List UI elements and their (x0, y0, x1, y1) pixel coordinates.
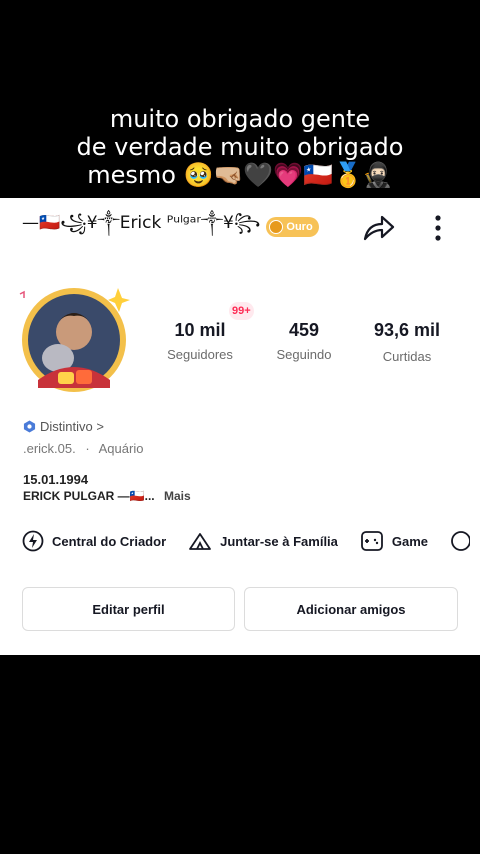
likes-stat[interactable]: 93,6 mil Curtidas (362, 320, 452, 364)
bio-date: 15.01.1994 (23, 472, 89, 487)
more-vertical-icon[interactable] (428, 212, 448, 244)
edit-profile-button[interactable]: Editar perfil (22, 587, 235, 631)
join-family-label: Juntar-se à Família (220, 533, 338, 549)
lightning-circle-icon (22, 530, 44, 552)
creator-center-label: Central do Criador (52, 533, 167, 549)
distintivo-label: Distintivo > (40, 419, 104, 434)
profile-screen: —🇨🇱꧁¥༒Erick ᴾᵘˡᵍᵃʳ༒¥꧂ Ouro 99+ 10 mil Se… (0, 198, 480, 655)
ouro-level-badge[interactable]: Ouro (266, 217, 319, 237)
more-links-partial[interactable] (450, 530, 471, 552)
likes-count: 93,6 mil (373, 320, 441, 340)
following-label: Seguindo (276, 347, 332, 362)
followers-count: 10 mil (174, 320, 226, 340)
hexagon-badge-icon (23, 420, 36, 433)
profile-header: —🇨🇱꧁¥༒Erick ᴾᵘˡᵍᵃʳ༒¥꧂ Ouro (22, 212, 319, 242)
caption-line-1: muito obrigado gente (109, 105, 371, 133)
following-stat[interactable]: 459 Seguindo (268, 320, 340, 362)
add-friends-button[interactable]: Adicionar amigos (244, 587, 458, 631)
bio-text: ERICK PULGAR —🇨🇱... Mais (23, 489, 191, 503)
tent-icon (189, 533, 212, 550)
game-link[interactable]: Game (360, 530, 428, 552)
join-family-link[interactable]: Juntar-se à Família (188, 531, 338, 551)
coin-icon (269, 220, 284, 234)
game-label: Game (391, 533, 429, 549)
display-name: —🇨🇱꧁¥༒Erick ᴾᵘˡᵍᵃʳ༒¥꧂ (22, 213, 261, 233)
bio-more-link[interactable]: Mais (164, 489, 191, 503)
creator-center-link[interactable]: Central do Criador (22, 530, 166, 552)
followers-notification-badge: 99+ (229, 302, 254, 320)
gamepad-icon (361, 531, 383, 551)
profile-links: Central do Criador Juntar-se à Família G… (22, 528, 480, 554)
likes-label: Curtidas (382, 349, 432, 364)
ouro-label: Ouro (286, 221, 313, 233)
circle-icon (451, 531, 471, 551)
followers-label: Seguidores (167, 347, 233, 362)
distintivo-link[interactable]: Distintivo > (23, 419, 104, 434)
caption-line-2: de verdade muito obrigado (76, 133, 404, 161)
avatar[interactable] (18, 284, 130, 396)
followers-stat[interactable]: 10 mil Seguidores (160, 320, 240, 362)
username-line: .erick.05. · Aquário (23, 441, 143, 456)
caption-line-3: mesmo 🥹🤜🏼🖤💗🇨🇱🥇🥷🏻 (87, 161, 393, 189)
bio-line: ERICK PULGAR —🇨🇱... (23, 489, 155, 503)
video-caption: muito obrigado gente de verdade muito ob… (0, 105, 480, 189)
separator-dot: · (85, 441, 90, 456)
share-arrow-icon[interactable] (362, 212, 396, 244)
zodiac-sign: Aquário (98, 441, 144, 456)
following-count: 459 (288, 320, 320, 340)
username: .erick.05. (23, 441, 76, 456)
